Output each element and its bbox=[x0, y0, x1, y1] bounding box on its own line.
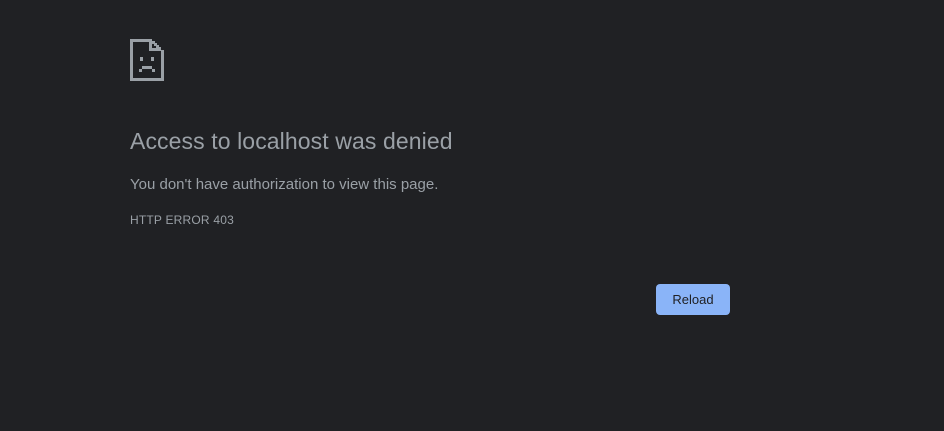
error-code: HTTP ERROR 403 bbox=[130, 213, 234, 227]
page-title: Access to localhost was denied bbox=[130, 128, 453, 154]
error-message: You don't have authorization to view thi… bbox=[130, 176, 439, 193]
reload-button[interactable]: Reload bbox=[656, 284, 730, 315]
sad-document-icon bbox=[130, 39, 164, 81]
